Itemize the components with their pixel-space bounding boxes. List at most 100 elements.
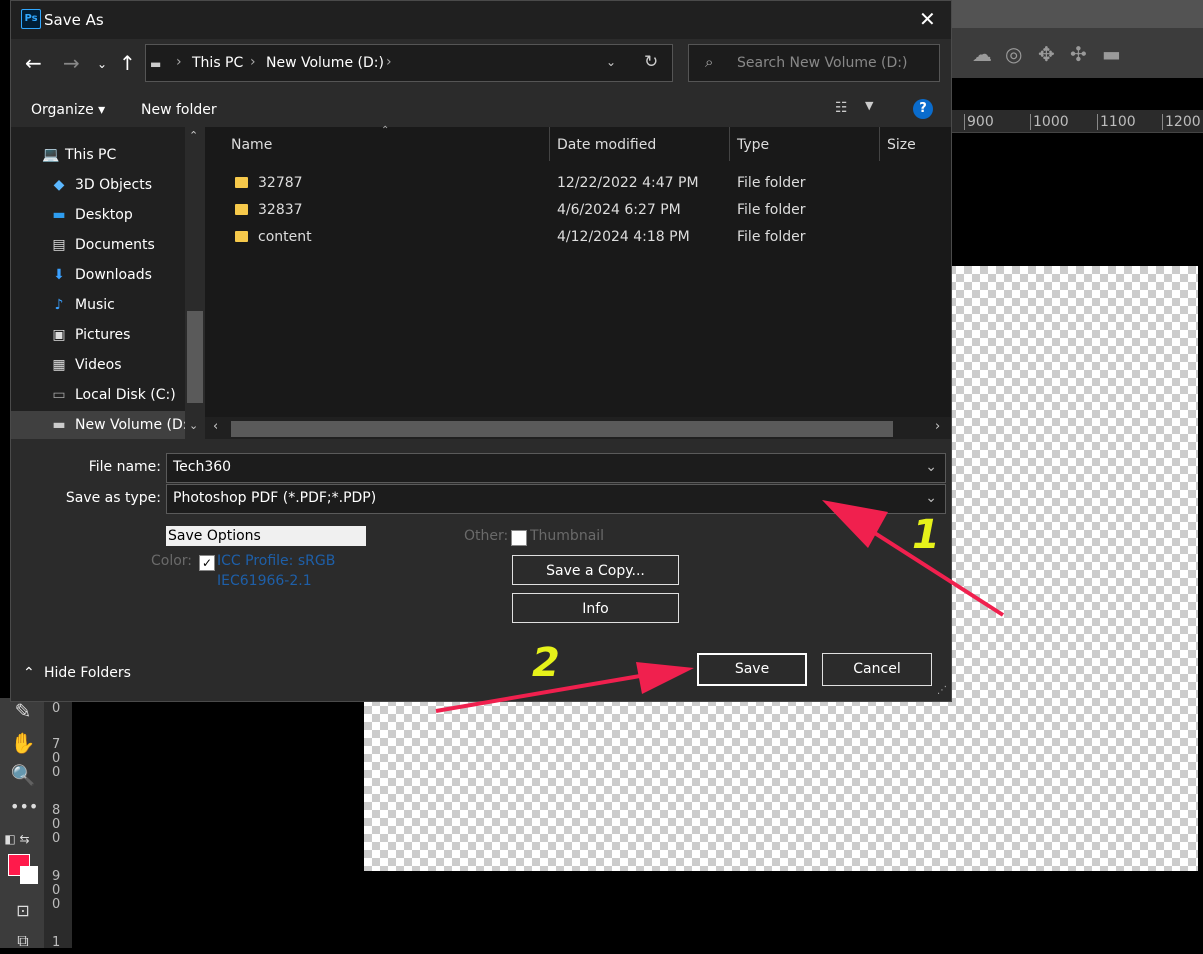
nav-item-local-disk-c[interactable]: ▭ Local Disk (C:) xyxy=(21,381,201,409)
file-name: 32787 xyxy=(258,175,303,191)
nav-pane-scroll-thumb[interactable] xyxy=(187,311,203,403)
quick-mask-icon[interactable]: ⊡ xyxy=(10,898,36,924)
file-name-value: Tech360 xyxy=(173,459,232,475)
nav-item-music[interactable]: ♪ Music xyxy=(21,291,201,319)
close-icon[interactable]: ✕ xyxy=(919,7,936,31)
sort-ascending-icon: ⌃ xyxy=(381,125,390,136)
folder-icon xyxy=(235,204,248,215)
info-button[interactable]: Info xyxy=(512,593,679,623)
nav-item-this-pc[interactable]: 💻 This PC xyxy=(11,141,191,169)
ruler-tick: 1000 xyxy=(1030,114,1069,130)
save-as-type-select[interactable]: Photoshop PDF (*.PDF;*.PDP) ⌄ xyxy=(166,484,946,514)
scroll-left-icon[interactable]: ‹ xyxy=(213,419,218,434)
horizontal-ruler: 900 1000 1100 1200 xyxy=(950,110,1203,133)
column-header-size[interactable]: Size xyxy=(887,137,916,153)
nav-item-label: Pictures xyxy=(75,327,131,343)
column-header-type[interactable]: Type xyxy=(737,137,769,153)
file-type: File folder xyxy=(737,229,806,245)
hide-folders-button[interactable]: Hide Folders xyxy=(44,665,131,681)
ruler-tick: 1200 xyxy=(1162,114,1201,130)
nav-item-label: Documents xyxy=(75,237,155,253)
up-arrow-icon[interactable]: ↑ xyxy=(119,51,136,75)
more-tools-icon[interactable]: ••• xyxy=(10,794,38,820)
view-options-icon[interactable]: ☷ xyxy=(835,100,848,116)
nav-item-label: Downloads xyxy=(75,267,152,283)
3d-roll-icon[interactable]: ◎ xyxy=(1005,42,1022,66)
breadcrumb-new-volume[interactable]: New Volume (D:) xyxy=(266,55,384,71)
download-icon: ⬇ xyxy=(53,267,65,283)
nav-item-documents[interactable]: ▤ Documents xyxy=(21,231,201,259)
nav-item-label: Local Disk (C:) xyxy=(75,387,176,403)
scroll-down-icon[interactable]: ⌄ xyxy=(189,419,198,432)
dialog-title: Save As xyxy=(44,11,104,29)
file-list-scroll-thumb[interactable] xyxy=(231,421,893,437)
save-as-type-label: Save as type: xyxy=(65,490,161,506)
screen-mode-icon[interactable]: ⧉ xyxy=(10,928,36,954)
column-header-date-modified[interactable]: Date modified xyxy=(557,137,656,153)
nav-item-3d-objects[interactable]: ◆ 3D Objects xyxy=(21,171,201,199)
thumbnail-checkbox[interactable] xyxy=(511,530,527,546)
3d-camera-icon[interactable]: ▬ xyxy=(1102,42,1121,66)
breadcrumb-chevron-icon[interactable]: › xyxy=(176,54,182,70)
title-bar: Ps Save As ✕ xyxy=(11,1,951,39)
help-icon[interactable]: ? xyxy=(913,99,933,119)
file-row[interactable]: 32787 12/22/2022 4:47 PM File folder xyxy=(205,170,951,197)
nav-item-new-volume-d[interactable]: ▬ New Volume (D:) xyxy=(11,411,185,439)
icc-profile-label-line2[interactable]: IEC61966-2.1 xyxy=(217,573,312,589)
scroll-right-icon[interactable]: › xyxy=(935,419,940,434)
file-row[interactable]: content 4/12/2024 4:18 PM File folder xyxy=(205,224,951,251)
chevron-up-icon[interactable]: ⌃ xyxy=(23,665,35,681)
nav-item-videos[interactable]: ▦ Videos xyxy=(21,351,201,379)
scroll-up-icon[interactable]: ⌃ xyxy=(189,129,198,142)
computer-icon: 💻 xyxy=(42,147,60,163)
annotation-number-1: 1 xyxy=(912,512,940,558)
breadcrumb-chevron-icon[interactable]: › xyxy=(386,54,392,70)
back-arrow-icon[interactable]: ← xyxy=(25,51,42,75)
zoom-tool-icon[interactable]: 🔍 xyxy=(10,762,36,788)
swap-colors-icon[interactable]: ◧ ⇆ xyxy=(4,826,30,852)
forward-arrow-icon[interactable]: → xyxy=(63,51,80,75)
hand-tool-icon[interactable]: ✋ xyxy=(10,730,36,756)
file-date: 4/6/2024 6:27 PM xyxy=(557,202,681,218)
3d-pan-icon[interactable]: ✥ xyxy=(1038,42,1055,66)
3d-orbit-icon[interactable]: ☁ xyxy=(972,42,992,66)
search-icon: ⌕ xyxy=(705,53,714,71)
breadcrumb-this-pc[interactable]: This PC xyxy=(192,55,243,71)
nav-item-pictures[interactable]: ▣ Pictures xyxy=(21,321,201,349)
icc-profile-label[interactable]: ICC Profile: sRGB xyxy=(217,553,335,569)
file-row[interactable]: 32837 4/6/2024 6:27 PM File folder xyxy=(205,197,951,224)
search-placeholder: Search New Volume (D:) xyxy=(737,55,908,71)
recent-locations-chevron-icon[interactable]: ⌄ xyxy=(97,57,107,71)
annotation-number-2: 2 xyxy=(532,640,560,686)
file-name-input[interactable]: Tech360 ⌄ xyxy=(166,453,946,483)
nav-item-desktop[interactable]: ▬ Desktop xyxy=(21,201,201,229)
nav-item-label: Videos xyxy=(75,357,122,373)
3d-slide-icon[interactable]: ✣ xyxy=(1070,42,1087,66)
nav-item-label: New Volume (D:) xyxy=(75,417,185,433)
address-dropdown-chevron-icon[interactable]: ⌄ xyxy=(606,55,616,69)
save-options-header: Save Options xyxy=(166,526,366,546)
nav-item-downloads[interactable]: ⬇ Downloads xyxy=(21,261,201,289)
ruler-tick: 9 xyxy=(52,869,61,884)
column-header-name[interactable]: Name xyxy=(231,137,272,153)
chevron-down-icon[interactable]: ⌄ xyxy=(925,490,937,506)
save-button[interactable]: Save xyxy=(697,653,807,686)
resize-grip-icon[interactable]: ⋰ xyxy=(937,685,947,696)
search-box[interactable]: ⌕ Search New Volume (D:) xyxy=(688,44,940,82)
refresh-icon[interactable]: ↻ xyxy=(644,52,658,72)
chevron-down-icon[interactable]: ⌄ xyxy=(925,459,937,475)
breadcrumb-chevron-icon[interactable]: › xyxy=(250,54,256,70)
command-bar: Organize ▾ New folder ☷ ▼ xyxy=(11,93,951,127)
save-a-copy-button[interactable]: Save a Copy... xyxy=(512,555,679,585)
icc-profile-checkbox[interactable]: ✓ xyxy=(199,555,215,571)
desktop-icon: ▬ xyxy=(52,207,66,223)
address-bar[interactable]: ▬ › This PC › New Volume (D:) › ⌄ ↻ xyxy=(145,44,673,82)
cancel-button[interactable]: Cancel xyxy=(822,653,932,686)
ruler-tick: 8 xyxy=(52,803,61,818)
background-color-swatch[interactable] xyxy=(20,866,38,884)
video-icon: ▦ xyxy=(52,357,66,373)
new-folder-button[interactable]: New folder xyxy=(141,102,217,118)
view-dropdown-icon[interactable]: ▼ xyxy=(865,99,873,112)
color-label: Color: xyxy=(151,553,193,569)
organize-button[interactable]: Organize ▾ xyxy=(31,102,105,118)
